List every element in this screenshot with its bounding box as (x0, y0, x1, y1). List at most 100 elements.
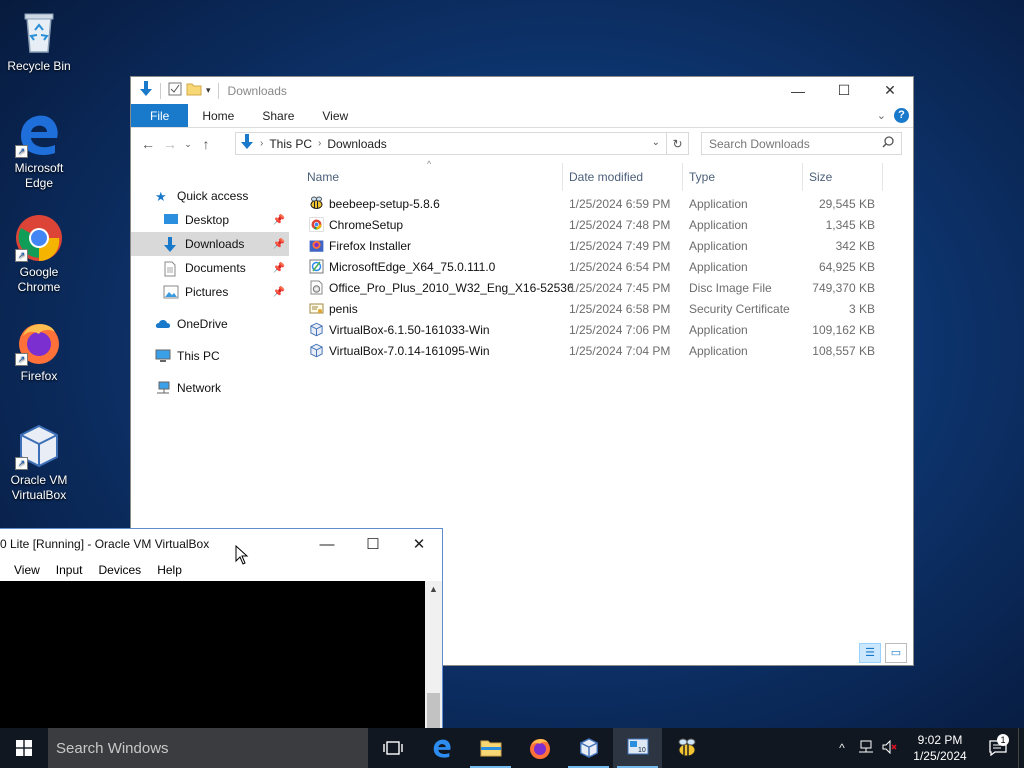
maximize-button[interactable]: ☐ (350, 529, 396, 559)
customize-dropdown-icon[interactable]: ▾ (206, 85, 211, 96)
tab-view[interactable]: View (308, 104, 362, 127)
action-center-button[interactable]: 1 (978, 734, 1018, 756)
nav-label: Desktop (185, 213, 230, 227)
shortcut-arrow-icon: ↗ (15, 353, 28, 366)
file-size: 1,345 KB (825, 218, 875, 232)
desktop-icon-google-chrome[interactable]: ↗ Google Chrome (1, 214, 77, 295)
forward-button[interactable]: → (159, 136, 181, 152)
column-header-size[interactable]: Size (803, 163, 883, 191)
search-input[interactable]: Search Downloads (701, 132, 902, 155)
column-header-date-modified[interactable]: Date modified (563, 163, 683, 191)
network-icon[interactable] (854, 740, 878, 757)
file-row[interactable]: beebeep-setup-5.8.6 1/25/2024 6:59 PM Appl… (301, 193, 901, 214)
nav-label: OneDrive (177, 317, 228, 331)
taskbar-file-explorer[interactable] (466, 728, 515, 768)
clock-time: 9:02 PM (917, 733, 963, 747)
nav-quick-access[interactable]: ★ Quick access (131, 184, 289, 208)
show-desktop-button[interactable] (1018, 728, 1024, 768)
title-bar[interactable]: ▾ Downloads — ☐ ✕ (131, 77, 913, 104)
details-view-icon[interactable]: ☰ (859, 643, 881, 663)
properties-icon[interactable] (168, 82, 182, 99)
nav-item-pictures[interactable]: Pictures 📌 (131, 280, 289, 304)
file-name: Firefox Installer (329, 239, 412, 253)
file-row[interactable]: Firefox Installer 1/25/2024 7:49 PM Applic… (301, 235, 901, 256)
tab-share[interactable]: Share (248, 104, 308, 127)
close-button[interactable]: ✕ (396, 529, 442, 559)
nav-network[interactable]: Network (131, 376, 289, 400)
virtualbox-icon (309, 322, 324, 337)
column-header-name[interactable]: Name (301, 163, 563, 191)
help-icon[interactable]: ? (894, 108, 909, 123)
menu-devices[interactable]: Devices (99, 563, 142, 577)
file-type: Application (689, 197, 748, 211)
file-name: VirtualBox-7.0.14-161095-Win (329, 344, 490, 358)
minimize-button[interactable]: — (775, 77, 821, 104)
desktop-icon-firefox[interactable]: ↗ Firefox (1, 318, 77, 384)
taskbar-vm-instance[interactable]: 10 (613, 728, 662, 768)
window-controls: — ☐ ✕ (775, 77, 913, 104)
menu-input[interactable]: Input (56, 563, 83, 577)
menu-help[interactable]: Help (157, 563, 182, 577)
file-row[interactable]: MicrosoftEdge_X64_75.0.111.0 1/25/2024 6:… (301, 256, 901, 277)
chrome-icon (309, 217, 324, 232)
scrollbar-thumb[interactable] (427, 693, 440, 729)
taskbar-firefox[interactable] (515, 728, 564, 768)
file-date-modified: 1/25/2024 6:58 PM (569, 302, 671, 316)
taskbar-edge[interactable] (417, 728, 466, 768)
menu-view[interactable]: View (14, 563, 40, 577)
desktop-icon-recycle-bin[interactable]: Recycle Bin (1, 8, 77, 74)
file-row[interactable]: ChromeSetup 1/25/2024 7:48 PM Application 1… (301, 214, 901, 235)
close-button[interactable]: ✕ (867, 77, 913, 104)
expand-ribbon-icon[interactable]: ⌄ (877, 109, 886, 122)
vm-vertical-scrollbar[interactable]: ▲ (425, 581, 442, 729)
taskbar-virtualbox[interactable] (564, 728, 613, 768)
nav-this-pc[interactable]: This PC (131, 344, 289, 368)
downloads-arrow-icon (240, 134, 254, 153)
minimize-button[interactable]: — (304, 529, 350, 559)
column-header-type[interactable]: Type (683, 163, 803, 191)
virtualbox-icon (309, 343, 324, 358)
taskbar-search-input[interactable]: Search Windows (48, 728, 368, 768)
taskbar: Search Windows 10 ^ 9:02 PM 1/25/2024 1 (0, 728, 1024, 768)
nav-item-downloads[interactable]: Downloads 📌 (131, 232, 289, 256)
file-row[interactable]: penis 1/25/2024 6:58 PM Security Certifica… (301, 298, 901, 319)
address-bar[interactable]: › This PC › Downloads ⌄ ↻ (235, 132, 689, 155)
breadcrumb-this-pc[interactable]: This PC (269, 137, 312, 151)
desktop-icon-oracle-vm-virtualbox[interactable]: ↗ Oracle VM VirtualBox (1, 422, 77, 503)
nav-onedrive[interactable]: OneDrive (131, 312, 289, 336)
large-icons-view-icon[interactable]: ▭ (885, 643, 907, 663)
maximize-button[interactable]: ☐ (821, 77, 867, 104)
file-type: Application (689, 323, 748, 337)
file-row[interactable]: VirtualBox-7.0.14-161095-Win 1/25/2024 7:… (301, 340, 901, 361)
start-button[interactable] (0, 728, 48, 768)
desktop-icon-microsoft-edge[interactable]: ↗ Microsoft Edge (1, 110, 77, 191)
nav-item-desktop[interactable]: Desktop 📌 (131, 208, 289, 232)
new-folder-icon[interactable] (186, 82, 202, 99)
scroll-up-icon[interactable]: ▲ (425, 581, 442, 594)
tab-file[interactable]: File (131, 104, 189, 127)
file-date-modified: 1/25/2024 7:49 PM (569, 239, 671, 253)
search-icon (882, 136, 894, 151)
file-row[interactable]: VirtualBox-6.1.50-161033-Win 1/25/2024 7:… (301, 319, 901, 340)
file-size: 64,925 KB (818, 260, 875, 274)
desktop-icon-label: Microsoft (14, 161, 64, 175)
file-row[interactable]: Office_Pro_Plus_2010_W32_Eng_X16-52536 1/… (301, 277, 901, 298)
back-button[interactable]: ← (137, 136, 159, 152)
taskbar-beebeep[interactable] (662, 728, 711, 768)
breadcrumb-downloads[interactable]: Downloads (327, 137, 386, 151)
show-hidden-icons-chevron-icon[interactable]: ^ (830, 741, 854, 755)
file-size: 109,162 KB (812, 323, 875, 337)
nav-item-documents[interactable]: Documents 📌 (131, 256, 289, 280)
vm-title-bar[interactable]: 0 Lite [Running] - Oracle VM VirtualBox … (0, 529, 442, 559)
recent-locations-icon[interactable]: ⌄ (181, 139, 195, 150)
volume-muted-icon[interactable] (878, 739, 902, 757)
pin-icon: 📌 (272, 262, 285, 274)
system-clock[interactable]: 9:02 PM 1/25/2024 (902, 732, 978, 764)
tab-home[interactable]: Home (188, 104, 248, 127)
file-rows: beebeep-setup-5.8.6 1/25/2024 6:59 PM Appl… (301, 191, 901, 361)
task-view-button[interactable] (368, 728, 417, 768)
refresh-icon[interactable]: ↻ (666, 133, 688, 154)
vm-display[interactable] (0, 581, 426, 729)
chevron-down-icon[interactable]: ⌄ (652, 137, 660, 148)
up-button[interactable]: ↑ (195, 136, 217, 152)
